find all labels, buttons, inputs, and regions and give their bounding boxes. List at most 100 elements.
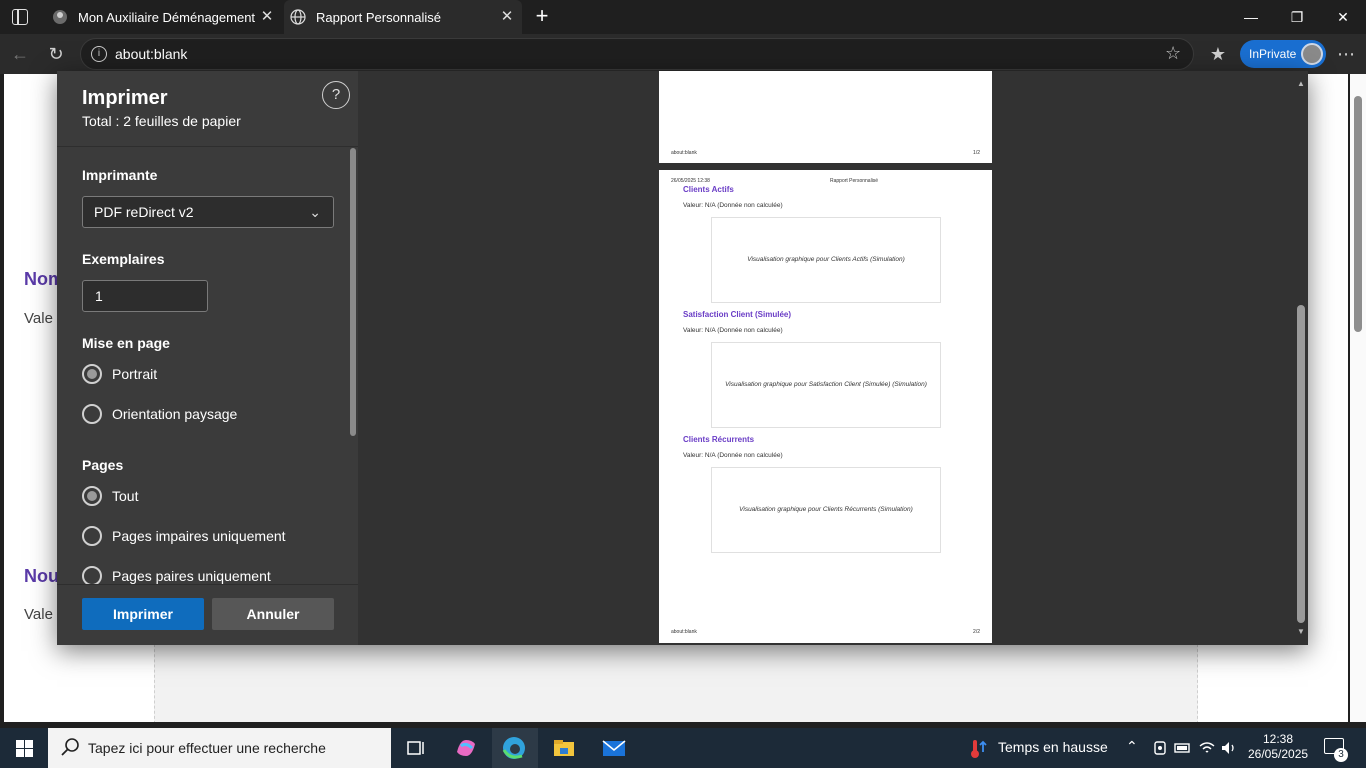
chevron-down-icon: ⌄ <box>309 204 321 220</box>
close-window-icon[interactable]: ✕ <box>1320 0 1366 34</box>
visualization-caption: Visualisation graphique pour Clients Act… <box>747 256 905 263</box>
preview-page-2: 26/05/2025 12:38 Rapport Personnalisé Cl… <box>659 170 992 643</box>
tab-mon-auxiliaire[interactable]: Mon Auxiliaire Déménagement ✕ <box>46 0 282 34</box>
file-explorer-icon[interactable] <box>550 734 578 762</box>
close-tab-icon[interactable]: ✕ <box>498 8 516 26</box>
tab-label: Rapport Personnalisé <box>316 9 442 25</box>
close-tab-icon[interactable]: ✕ <box>258 8 276 26</box>
dialog-footer: Imprimer Annuler <box>57 584 358 645</box>
page-footer-right: 2/2 <box>973 629 980 635</box>
pages-all-radio[interactable] <box>82 486 102 506</box>
scroll-down-icon[interactable]: ▼ <box>1296 627 1306 636</box>
active-app-indicator <box>492 728 538 768</box>
meet-now-icon[interactable] <box>1152 740 1168 756</box>
page-header-title: Rapport Personnalisé <box>830 178 879 184</box>
page-favicon-icon <box>53 10 67 24</box>
address-bar[interactable]: i about:blank ☆ <box>80 38 1194 70</box>
notification-badge: 3 <box>1334 748 1348 762</box>
globe-icon <box>290 9 306 25</box>
scrollbar-thumb[interactable] <box>1297 305 1305 623</box>
scrollbar-thumb[interactable] <box>1354 96 1362 332</box>
layout-label: Mise en page <box>82 335 170 351</box>
help-button[interactable]: ? <box>322 81 350 109</box>
clock[interactable]: 12:38 26/05/2025 <box>1248 732 1308 762</box>
windows-start-icon[interactable] <box>16 740 33 757</box>
refresh-icon[interactable]: ↻ <box>42 40 70 68</box>
mail-icon[interactable] <box>600 734 628 762</box>
cancel-button[interactable]: Annuler <box>212 598 334 630</box>
taskbar-search[interactable]: Tapez ici pour effectuer une recherche <box>48 728 391 768</box>
scroll-up-icon[interactable]: ▲ <box>1296 79 1306 88</box>
page-footer-right: 1/2 <box>973 150 980 156</box>
url-text[interactable]: about:blank <box>115 46 187 62</box>
visualization-box: Visualisation graphique pour Clients Act… <box>711 217 941 303</box>
section-value: Vale <box>24 310 53 327</box>
volume-icon[interactable] <box>1220 740 1238 756</box>
settings-scrollbar[interactable] <box>350 148 356 436</box>
page-footer-left: about:blank <box>671 629 697 635</box>
pages-odd-radio[interactable] <box>82 526 102 546</box>
section-value: Vale <box>24 606 53 623</box>
preview-page-1: about:blank 1/2 <box>659 71 992 163</box>
section-value: Valeur: N/A (Donnée non calculée) <box>683 327 783 334</box>
address-row: ← ↻ i about:blank ☆ ★ InPrivate ⋯ <box>0 34 1366 74</box>
favorite-star-icon[interactable]: ☆ <box>1165 43 1181 64</box>
tab-bar: Mon Auxiliaire Déménagement ✕ Rapport Pe… <box>0 0 1366 34</box>
new-tab-icon[interactable]: + <box>530 4 554 28</box>
printer-select[interactable]: PDF reDirect v2 ⌄ <box>82 196 334 228</box>
chart-placeholder <box>154 644 1198 722</box>
visualization-box: Visualisation graphique pour Satisfactio… <box>711 342 941 428</box>
battery-icon[interactable] <box>1174 741 1192 755</box>
restore-icon[interactable]: ❐ <box>1274 0 1320 34</box>
search-icon <box>61 738 79 756</box>
visualization-caption: Visualisation graphique pour Clients Réc… <box>739 506 913 513</box>
visualization-caption: Visualisation graphique pour Satisfactio… <box>725 381 927 388</box>
inprivate-label: InPrivate <box>1249 47 1297 61</box>
thermometer-icon[interactable] <box>968 738 990 760</box>
taskbar: Tapez ici pour effectuer une recherche T… <box>0 728 1366 768</box>
task-view-icon[interactable] <box>402 734 430 762</box>
pages-odd-label[interactable]: Pages impaires uniquement <box>112 528 286 544</box>
print-settings-panel: Imprimer Total : 2 feuilles de papier ? … <box>57 71 358 645</box>
inprivate-badge[interactable]: InPrivate <box>1240 40 1326 68</box>
landscape-label[interactable]: Orientation paysage <box>112 406 237 422</box>
pages-label: Pages <box>82 457 124 473</box>
favorites-icon[interactable]: ★ <box>1204 40 1232 68</box>
section-title: Clients Actifs <box>683 185 734 194</box>
tab-label: Mon Auxiliaire Déménagement <box>78 9 256 25</box>
pages-all-label[interactable]: Tout <box>112 488 138 504</box>
section-value: Valeur: N/A (Donnée non calculée) <box>683 452 783 459</box>
copies-input[interactable]: 1 <box>82 280 208 312</box>
section-title: Clients Récurrents <box>683 435 755 444</box>
landscape-radio[interactable] <box>82 404 102 424</box>
page-scrollbar[interactable] <box>1350 74 1366 722</box>
tab-actions-icon[interactable] <box>12 9 28 25</box>
section-title: Satisfaction Client (Simulée) <box>683 310 792 319</box>
dialog-title: Imprimer <box>82 87 168 109</box>
wifi-icon[interactable] <box>1198 740 1216 756</box>
portrait-radio[interactable] <box>82 364 102 384</box>
page-header-date: 26/05/2025 12:38 <box>671 178 710 184</box>
sheet-count: Total : 2 feuilles de papier <box>82 113 241 129</box>
more-menu-icon[interactable]: ⋯ <box>1332 40 1360 68</box>
portrait-label[interactable]: Portrait <box>112 366 157 382</box>
chevron-up-icon[interactable]: ⌃ <box>1126 738 1138 755</box>
search-placeholder: Tapez ici pour effectuer une recherche <box>88 740 326 756</box>
info-icon[interactable]: i <box>91 46 107 62</box>
back-icon[interactable]: ← <box>6 40 34 68</box>
pages-even-label[interactable]: Pages paires uniquement <box>112 568 271 584</box>
visualization-box: Visualisation graphique pour Clients Réc… <box>711 467 941 553</box>
copilot-icon[interactable] <box>452 734 480 762</box>
printer-value: PDF reDirect v2 <box>94 204 194 220</box>
pages-even-radio[interactable] <box>82 566 102 586</box>
weather-text[interactable]: Temps en hausse <box>998 739 1108 755</box>
dialog-header: Imprimer Total : 2 feuilles de papier ? <box>57 71 358 147</box>
clock-time: 12:38 <box>1262 732 1294 746</box>
preview-scrollbar[interactable]: ▲ ▼ <box>1296 79 1306 639</box>
tab-rapport-personnalise[interactable]: Rapport Personnalisé ✕ <box>284 0 522 34</box>
clock-date: 26/05/2025 <box>1248 747 1309 761</box>
minimize-icon[interactable]: — <box>1228 0 1274 34</box>
avatar <box>1301 43 1323 65</box>
print-button[interactable]: Imprimer <box>82 598 204 630</box>
section-title: Nou <box>24 566 59 586</box>
